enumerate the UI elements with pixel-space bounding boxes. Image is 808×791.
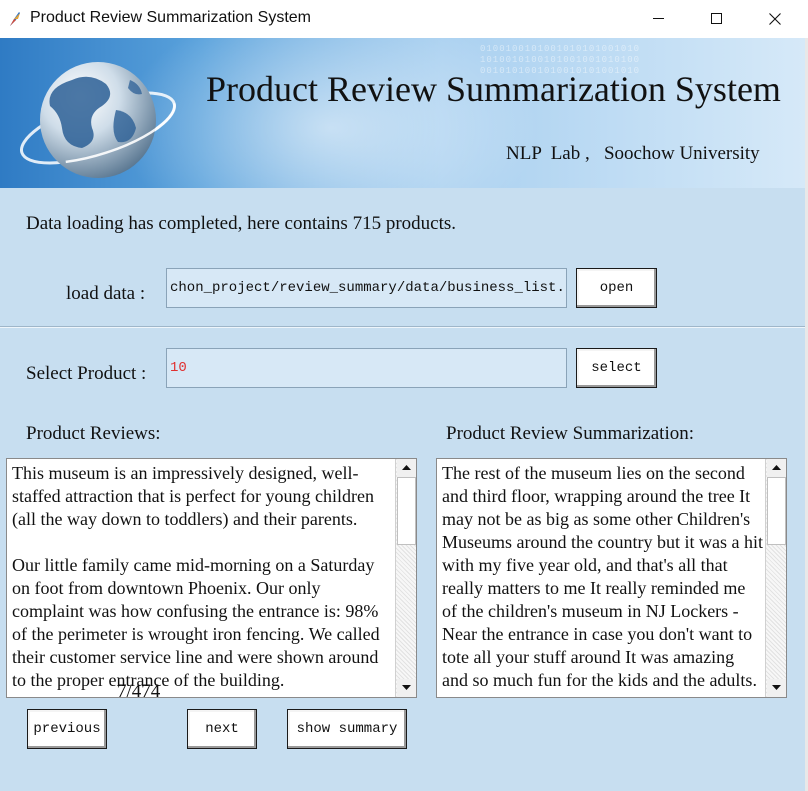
arrow-down-icon <box>772 685 781 690</box>
load-data-label: load data : <box>66 283 146 304</box>
select-button[interactable]: select <box>576 348 657 388</box>
maximize-button[interactable] <box>688 0 746 38</box>
scroll-thumb[interactable] <box>397 477 416 545</box>
scroll-down-button[interactable] <box>397 679 416 697</box>
section-divider <box>0 326 805 328</box>
open-button[interactable]: open <box>576 268 657 308</box>
close-button[interactable] <box>746 0 804 38</box>
feather-icon <box>8 11 22 27</box>
reviews-scrollbar[interactable] <box>395 459 416 697</box>
scroll-thumb[interactable] <box>767 477 786 545</box>
close-icon <box>769 13 781 25</box>
reviews-text: This museum is an impressively designed,… <box>12 463 380 690</box>
next-button[interactable]: next <box>187 709 257 749</box>
reviews-heading: Product Reviews: <box>26 423 161 444</box>
client-area: 0100100101001010101001010 101001010010100… <box>0 38 805 791</box>
maximize-icon <box>711 13 722 24</box>
scroll-down-button[interactable] <box>767 679 786 697</box>
banner: 0100100101001010101001010 101001010010100… <box>0 38 805 188</box>
banner-subtitle: NLP Lab , Soochow University <box>506 143 760 164</box>
product-index-field[interactable]: 10 <box>166 348 567 388</box>
reviews-textbox[interactable]: This museum is an impressively designed,… <box>6 458 417 698</box>
previous-button[interactable]: previous <box>27 709 107 749</box>
title-bar: Product Review Summarization System <box>0 0 808 38</box>
summary-heading: Product Review Summarization: <box>446 423 695 444</box>
summary-text: The rest of the museum lies on the secon… <box>442 463 763 690</box>
show-summary-button[interactable]: show summary <box>287 709 407 749</box>
arrow-up-icon <box>772 465 781 470</box>
window-title: Product Review Summarization System <box>30 9 311 26</box>
file-path-field[interactable]: chon_project/review_summary/data/busines… <box>166 268 567 308</box>
page-indicator: 7/474 <box>117 681 161 702</box>
scroll-up-button[interactable] <box>397 459 416 477</box>
banner-glow <box>120 38 540 188</box>
summary-scrollbar[interactable] <box>765 459 786 697</box>
globe-icon <box>20 62 177 178</box>
minimize-icon <box>653 18 664 19</box>
arrow-up-icon <box>402 465 411 470</box>
minimize-button[interactable] <box>630 0 688 38</box>
status-message: Data loading has completed, here contain… <box>26 213 457 234</box>
banner-title: Product Review Summarization System <box>206 69 781 109</box>
scroll-up-button[interactable] <box>767 459 786 477</box>
arrow-down-icon <box>402 685 411 690</box>
summary-textbox[interactable]: The rest of the museum lies on the secon… <box>436 458 787 698</box>
select-product-label: Select Product : <box>26 363 147 384</box>
